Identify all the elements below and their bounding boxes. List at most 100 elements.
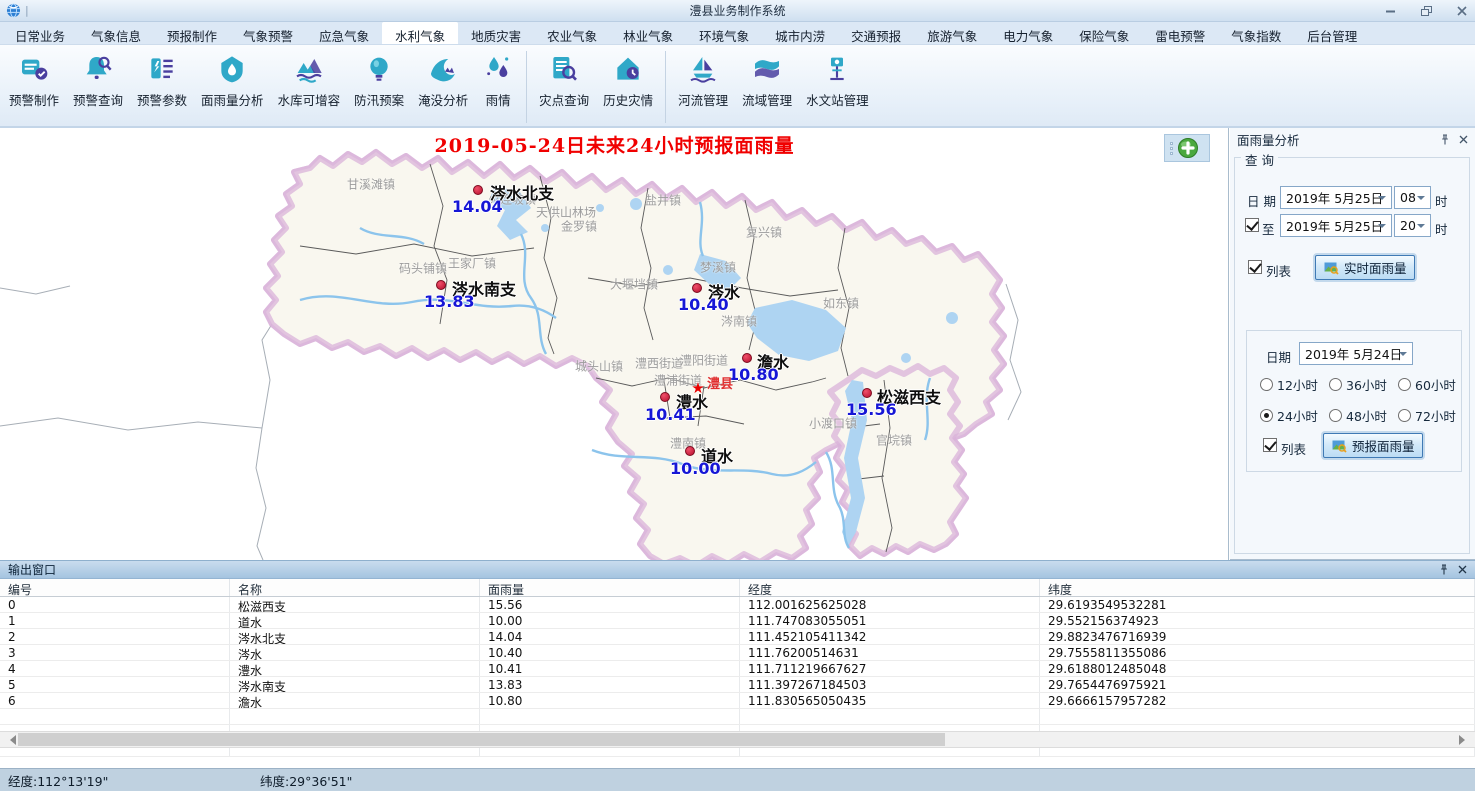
toolbar-button[interactable]: 淹没分析 <box>412 51 474 111</box>
radio-icon[interactable] <box>1398 409 1411 422</box>
duration-radio-12小时[interactable]: 12小时 <box>1260 375 1329 394</box>
toolbar-button[interactable]: 历史灾情 <box>597 51 659 111</box>
table-row[interactable]: 1道水10.00111.74708305505129.552156374923 <box>0 613 1475 629</box>
maximize-button[interactable] <box>1419 4 1433 18</box>
duration-radio-48小时[interactable]: 48小时 <box>1329 406 1398 425</box>
toolbar-button[interactable]: 预警参数 <box>131 51 193 111</box>
output-title: 输出窗口 <box>8 561 56 578</box>
menu-item[interactable]: 城市内涝 <box>762 22 838 44</box>
table-row[interactable]: 5涔水南支13.83111.39726718450329.76544769759… <box>0 677 1475 693</box>
duration-radio-60小时[interactable]: 60小时 <box>1398 375 1467 394</box>
station-marker[interactable] <box>660 392 670 402</box>
toolbar-button[interactable]: 河流管理 <box>672 51 734 111</box>
menu-item[interactable]: 地质灾害 <box>458 22 534 44</box>
toolbar-button[interactable]: 面雨量分析 <box>195 51 270 111</box>
town-label: 盐井镇 <box>645 192 681 209</box>
column-header[interactable]: 编号 <box>0 579 230 596</box>
menu-item[interactable]: 环境气象 <box>686 22 762 44</box>
radio-icon[interactable] <box>1260 378 1273 391</box>
toolbar-button[interactable]: 预警查询 <box>67 51 129 111</box>
station-marker[interactable] <box>473 185 483 195</box>
table-cell: 111.397267184503 <box>740 677 1040 692</box>
scrollbar-thumb[interactable] <box>18 733 945 746</box>
toolbar-button[interactable]: 雨情 <box>476 51 520 111</box>
toolbar-button[interactable]: 灾点查询 <box>533 51 595 111</box>
table-row[interactable]: 0松滋西支15.56112.00162562502829.61935495322… <box>0 597 1475 613</box>
forecast-date-select[interactable]: 2019年 5月24日 <box>1299 342 1413 365</box>
zoom-in-button[interactable] <box>1177 137 1199 159</box>
table-row[interactable]: 2涔水北支14.04111.45210541134229.88234767169… <box>0 629 1475 645</box>
station-marker[interactable] <box>742 353 752 363</box>
menu-item[interactable]: 应急气象 <box>306 22 382 44</box>
scroll-right-icon[interactable] <box>1459 735 1470 745</box>
station-rainfall-value: 10.80 <box>728 365 779 384</box>
status-bar: 经度:112°13'19" 纬度:29°36'51" <box>0 768 1475 791</box>
column-header[interactable]: 经度 <box>740 579 1040 596</box>
town-label: 码头铺镇 <box>399 260 447 277</box>
menu-item[interactable]: 农业气象 <box>534 22 610 44</box>
radio-icon[interactable] <box>1329 409 1342 422</box>
menu-item[interactable]: 电力气象 <box>990 22 1066 44</box>
start-date-select[interactable]: 2019年 5月25日 <box>1280 186 1392 209</box>
table-row[interactable]: 4澧水10.41111.71121966762729.6188012485048 <box>0 661 1475 677</box>
menu-item[interactable]: 气象指数 <box>1218 22 1294 44</box>
toolbar-button[interactable]: 流域管理 <box>736 51 798 111</box>
forecast-list-checkbox[interactable] <box>1263 438 1277 452</box>
horizontal-scrollbar[interactable] <box>0 731 1475 748</box>
radio-icon[interactable] <box>1260 409 1273 422</box>
output-close-icon[interactable] <box>1458 565 1467 574</box>
column-header[interactable]: 纬度 <box>1040 579 1475 596</box>
menu-item[interactable]: 日常业务 <box>2 22 78 44</box>
toolbar-button[interactable]: 水文站管理 <box>800 51 875 111</box>
menu-item[interactable]: 气象信息 <box>78 22 154 44</box>
forecast-rain-button[interactable]: 预报面雨量 <box>1323 433 1423 458</box>
panel-title: 面雨量分析 <box>1237 130 1300 149</box>
table-cell: 4 <box>0 661 230 676</box>
duration-radio-72小时[interactable]: 72小时 <box>1398 406 1467 425</box>
toolbar-button[interactable]: 防汛预案 <box>348 51 410 111</box>
window-title: 澧县业务制作系统 <box>0 2 1475 19</box>
station-rainfall-value: 15.56 <box>846 400 897 419</box>
duration-radio-36小时[interactable]: 36小时 <box>1329 375 1398 394</box>
menu-item[interactable]: 林业气象 <box>610 22 686 44</box>
scroll-left-icon[interactable] <box>5 735 16 745</box>
station-marker[interactable] <box>692 283 702 293</box>
menu-item[interactable]: 预报制作 <box>154 22 230 44</box>
town-label: 王家厂镇 <box>448 255 496 272</box>
menu-item[interactable]: 旅游气象 <box>914 22 990 44</box>
to-checkbox[interactable] <box>1245 218 1259 232</box>
drag-handle-icon[interactable] <box>1170 142 1173 155</box>
menu-item[interactable]: 保险气象 <box>1066 22 1142 44</box>
menu-item[interactable]: 交通预报 <box>838 22 914 44</box>
table-cell: 111.830565050435 <box>740 693 1040 708</box>
table-row[interactable] <box>0 709 1475 725</box>
realtime-list-checkbox[interactable] <box>1248 260 1262 274</box>
start-hour-select[interactable]: 08 <box>1394 186 1431 209</box>
column-header[interactable]: 名称 <box>230 579 480 596</box>
menu-item[interactable]: 气象预警 <box>230 22 306 44</box>
panel-close-icon[interactable] <box>1459 135 1468 144</box>
end-hour-select[interactable]: 20 <box>1394 214 1431 237</box>
pin-icon[interactable] <box>1439 564 1449 575</box>
map-area[interactable]: 2019-05-24日未来24小时预报面雨量 甘溪滩镇火连坡镇天供山林场金罗镇盐… <box>0 128 1229 560</box>
table-row[interactable]: 3涔水10.40111.7620051463129.7555811355086 <box>0 645 1475 661</box>
end-date-select[interactable]: 2019年 5月25日 <box>1280 214 1392 237</box>
menu-item[interactable]: 雷电预警 <box>1142 22 1218 44</box>
table-row[interactable]: 6澹水10.80111.83056505043529.6666157957282 <box>0 693 1475 709</box>
table-cell <box>0 709 230 724</box>
toolbar-button[interactable]: 预警制作 <box>3 51 65 111</box>
station-marker[interactable] <box>862 388 872 398</box>
duration-radio-24小时[interactable]: 24小时 <box>1260 406 1329 425</box>
pin-icon[interactable] <box>1440 134 1450 145</box>
minimize-button[interactable] <box>1383 4 1397 18</box>
radio-icon[interactable] <box>1398 378 1411 391</box>
column-header[interactable]: 面雨量 <box>480 579 740 596</box>
toolbar-button[interactable]: 水库可增容 <box>272 51 347 111</box>
radio-icon[interactable] <box>1329 378 1342 391</box>
station-marker[interactable] <box>685 446 695 456</box>
station-marker[interactable] <box>436 280 446 290</box>
close-button[interactable] <box>1455 4 1469 18</box>
menu-item[interactable]: 后台管理 <box>1294 22 1370 44</box>
realtime-rain-button[interactable]: 实时面雨量 <box>1315 255 1415 280</box>
menu-item[interactable]: 水利气象 <box>382 22 458 44</box>
